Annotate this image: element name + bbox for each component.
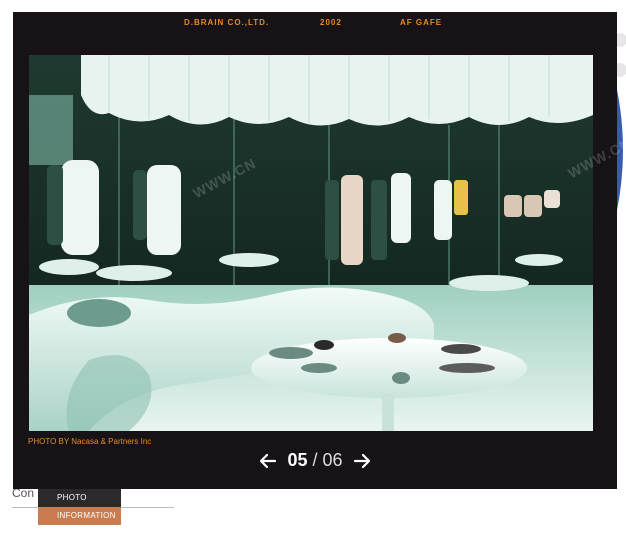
arrow-left-icon[interactable]: [259, 452, 277, 470]
current-page: 05: [287, 450, 308, 470]
view-tabs: PHOTO INFORMATION: [38, 489, 121, 525]
company-name: D.BRAIN CO.,LTD.: [184, 18, 270, 27]
project-year: 2002: [320, 18, 342, 27]
page-separator: /: [312, 450, 318, 470]
watermark: WWW.CN: [558, 489, 626, 536]
viewer-header: D.BRAIN CO.,LTD. 2002 AF GAFE: [13, 18, 617, 32]
arrow-right-icon[interactable]: [353, 452, 371, 470]
pagination: 05 / 06: [13, 450, 617, 474]
boutique-interior-photo: [29, 55, 593, 431]
tab-information[interactable]: INFORMATION: [38, 507, 121, 525]
tab-photo[interactable]: PHOTO: [38, 489, 121, 507]
project-name: AF GAFE: [400, 18, 443, 27]
main-photo: [29, 55, 593, 431]
photo-viewer: D.BRAIN CO.,LTD. 2002 AF GAFE PHOTO BY N…: [13, 12, 617, 489]
total-pages: 06: [322, 450, 343, 470]
photo-credit: PHOTO BY Nacasa & Partners Inc: [28, 437, 152, 446]
